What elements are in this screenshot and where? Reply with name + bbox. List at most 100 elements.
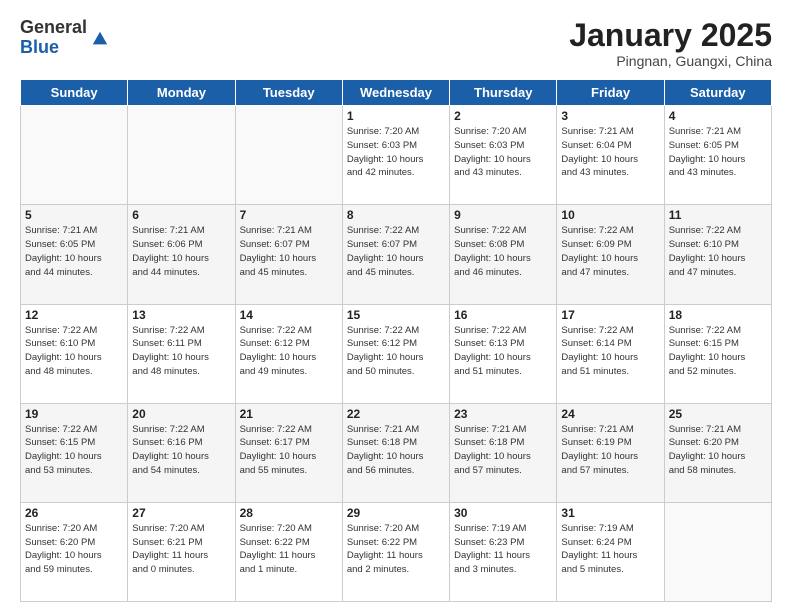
day-number: 24 xyxy=(561,407,659,421)
calendar-week-3: 12 Sunrise: 7:22 AM Sunset: 6:10 PM Dayli… xyxy=(21,304,772,403)
day-info: Sunrise: 7:20 AM Sunset: 6:22 PM Dayligh… xyxy=(347,522,445,577)
day-number: 30 xyxy=(454,506,552,520)
calendar-cell: 16Sunrise: 7:22 AM Sunset: 6:13 PM Dayli… xyxy=(450,304,557,403)
calendar-cell: 14 Sunrise: 7:22 AM Sunset: 6:12 PM Dayli… xyxy=(235,304,342,403)
day-info: Sunrise: 7:22 AM Sunset: 6:11 PM Dayligh… xyxy=(132,324,230,379)
day-info: Sunrise: 7:20 AM Sunset: 6:20 PM Dayligh… xyxy=(25,522,123,577)
calendar-cell: 11 Sunrise: 7:22 AM Sunset: 6:10 PM Dayli… xyxy=(664,205,771,304)
calendar-cell: 24 Sunrise: 7:21 AM Sunset: 6:19 PM Dayli… xyxy=(557,403,664,502)
day-number: 19 xyxy=(25,407,123,421)
day-info: Sunrise: 7:22 AM Sunset: 6:12 PM Dayligh… xyxy=(347,324,445,379)
calendar-cell: 7 Sunrise: 7:21 AM Sunset: 6:07 PM Daylig… xyxy=(235,205,342,304)
weekday-header-sunday: Sunday xyxy=(21,80,128,106)
logo: General Blue xyxy=(20,18,109,58)
day-number: 3 xyxy=(561,109,659,123)
calendar-cell: 6Sunrise: 7:21 AM Sunset: 6:06 PM Daylig… xyxy=(128,205,235,304)
logo-general: General xyxy=(20,18,87,38)
day-number: 17 xyxy=(561,308,659,322)
day-info: Sunrise: 7:21 AM Sunset: 6:06 PM Dayligh… xyxy=(132,224,230,279)
calendar-cell: 20Sunrise: 7:22 AM Sunset: 6:16 PM Dayli… xyxy=(128,403,235,502)
calendar-header: SundayMondayTuesdayWednesdayThursdayFrid… xyxy=(21,80,772,106)
day-number: 2 xyxy=(454,109,552,123)
day-number: 13 xyxy=(132,308,230,322)
day-number: 18 xyxy=(669,308,767,322)
day-number: 12 xyxy=(25,308,123,322)
calendar-cell: 1 Sunrise: 7:20 AM Sunset: 6:03 PM Daylig… xyxy=(342,106,449,205)
day-number: 28 xyxy=(240,506,338,520)
calendar-cell: 13 Sunrise: 7:22 AM Sunset: 6:11 PM Dayli… xyxy=(128,304,235,403)
weekday-header-monday: Monday xyxy=(128,80,235,106)
day-number: 16 xyxy=(454,308,552,322)
weekday-header-friday: Friday xyxy=(557,80,664,106)
day-number: 26 xyxy=(25,506,123,520)
calendar-cell xyxy=(128,106,235,205)
day-number: 7 xyxy=(240,208,338,222)
day-number: 4 xyxy=(669,109,767,123)
calendar-week-1: 1 Sunrise: 7:20 AM Sunset: 6:03 PM Daylig… xyxy=(21,106,772,205)
day-info: Sunrise: 7:22 AM Sunset: 6:14 PM Dayligh… xyxy=(561,324,659,379)
day-number: 8 xyxy=(347,208,445,222)
day-info: Sunrise: 7:20 AM Sunset: 6:03 PM Dayligh… xyxy=(347,125,445,180)
calendar-table: SundayMondayTuesdayWednesdayThursdayFrid… xyxy=(20,79,772,602)
calendar-cell: 31Sunrise: 7:19 AM Sunset: 6:24 PM Dayli… xyxy=(557,502,664,601)
day-info: Sunrise: 7:20 AM Sunset: 6:03 PM Dayligh… xyxy=(454,125,552,180)
calendar-cell xyxy=(235,106,342,205)
calendar-cell xyxy=(664,502,771,601)
day-info: Sunrise: 7:22 AM Sunset: 6:08 PM Dayligh… xyxy=(454,224,552,279)
day-info: Sunrise: 7:21 AM Sunset: 6:04 PM Dayligh… xyxy=(561,125,659,180)
day-number: 23 xyxy=(454,407,552,421)
calendar-cell: 4Sunrise: 7:21 AM Sunset: 6:05 PM Daylig… xyxy=(664,106,771,205)
calendar-cell: 29Sunrise: 7:20 AM Sunset: 6:22 PM Dayli… xyxy=(342,502,449,601)
header: General Blue January 2025 Pingnan, Guang… xyxy=(20,18,772,69)
day-number: 14 xyxy=(240,308,338,322)
calendar-cell: 18Sunrise: 7:22 AM Sunset: 6:15 PM Dayli… xyxy=(664,304,771,403)
day-info: Sunrise: 7:21 AM Sunset: 6:20 PM Dayligh… xyxy=(669,423,767,478)
calendar-cell: 22 Sunrise: 7:21 AM Sunset: 6:18 PM Dayli… xyxy=(342,403,449,502)
day-info: Sunrise: 7:22 AM Sunset: 6:10 PM Dayligh… xyxy=(25,324,123,379)
weekday-header-tuesday: Tuesday xyxy=(235,80,342,106)
calendar-cell: 15Sunrise: 7:22 AM Sunset: 6:12 PM Dayli… xyxy=(342,304,449,403)
day-number: 5 xyxy=(25,208,123,222)
calendar-cell: 25 Sunrise: 7:21 AM Sunset: 6:20 PM Dayli… xyxy=(664,403,771,502)
calendar-week-4: 19 Sunrise: 7:22 AM Sunset: 6:15 PM Dayli… xyxy=(21,403,772,502)
day-number: 22 xyxy=(347,407,445,421)
weekday-row: SundayMondayTuesdayWednesdayThursdayFrid… xyxy=(21,80,772,106)
calendar-cell: 9 Sunrise: 7:22 AM Sunset: 6:08 PM Daylig… xyxy=(450,205,557,304)
day-info: Sunrise: 7:22 AM Sunset: 6:07 PM Dayligh… xyxy=(347,224,445,279)
day-info: Sunrise: 7:21 AM Sunset: 6:19 PM Dayligh… xyxy=(561,423,659,478)
calendar-cell: 12 Sunrise: 7:22 AM Sunset: 6:10 PM Dayli… xyxy=(21,304,128,403)
location-subtitle: Pingnan, Guangxi, China xyxy=(569,53,772,69)
day-info: Sunrise: 7:19 AM Sunset: 6:23 PM Dayligh… xyxy=(454,522,552,577)
calendar-week-2: 5Sunrise: 7:21 AM Sunset: 6:05 PM Daylig… xyxy=(21,205,772,304)
day-info: Sunrise: 7:22 AM Sunset: 6:09 PM Dayligh… xyxy=(561,224,659,279)
calendar-cell: 23Sunrise: 7:21 AM Sunset: 6:18 PM Dayli… xyxy=(450,403,557,502)
calendar-cell: 5Sunrise: 7:21 AM Sunset: 6:05 PM Daylig… xyxy=(21,205,128,304)
day-info: Sunrise: 7:22 AM Sunset: 6:15 PM Dayligh… xyxy=(25,423,123,478)
calendar-cell: 10 Sunrise: 7:22 AM Sunset: 6:09 PM Dayli… xyxy=(557,205,664,304)
day-number: 31 xyxy=(561,506,659,520)
calendar-week-5: 26 Sunrise: 7:20 AM Sunset: 6:20 PM Dayli… xyxy=(21,502,772,601)
weekday-header-wednesday: Wednesday xyxy=(342,80,449,106)
day-info: Sunrise: 7:22 AM Sunset: 6:17 PM Dayligh… xyxy=(240,423,338,478)
day-info: Sunrise: 7:22 AM Sunset: 6:10 PM Dayligh… xyxy=(669,224,767,279)
calendar-cell: 30 Sunrise: 7:19 AM Sunset: 6:23 PM Dayli… xyxy=(450,502,557,601)
day-number: 9 xyxy=(454,208,552,222)
day-info: Sunrise: 7:22 AM Sunset: 6:12 PM Dayligh… xyxy=(240,324,338,379)
day-info: Sunrise: 7:21 AM Sunset: 6:07 PM Dayligh… xyxy=(240,224,338,279)
day-number: 25 xyxy=(669,407,767,421)
weekday-header-thursday: Thursday xyxy=(450,80,557,106)
calendar-cell: 21Sunrise: 7:22 AM Sunset: 6:17 PM Dayli… xyxy=(235,403,342,502)
day-number: 10 xyxy=(561,208,659,222)
day-number: 27 xyxy=(132,506,230,520)
calendar-cell: 8 Sunrise: 7:22 AM Sunset: 6:07 PM Daylig… xyxy=(342,205,449,304)
calendar-cell: 28Sunrise: 7:20 AM Sunset: 6:22 PM Dayli… xyxy=(235,502,342,601)
day-info: Sunrise: 7:20 AM Sunset: 6:21 PM Dayligh… xyxy=(132,522,230,577)
day-number: 11 xyxy=(669,208,767,222)
day-number: 1 xyxy=(347,109,445,123)
calendar-page: General Blue January 2025 Pingnan, Guang… xyxy=(0,0,792,612)
weekday-header-saturday: Saturday xyxy=(664,80,771,106)
calendar-cell: 2 Sunrise: 7:20 AM Sunset: 6:03 PM Daylig… xyxy=(450,106,557,205)
calendar-cell: 26 Sunrise: 7:20 AM Sunset: 6:20 PM Dayli… xyxy=(21,502,128,601)
day-info: Sunrise: 7:21 AM Sunset: 6:18 PM Dayligh… xyxy=(347,423,445,478)
day-number: 20 xyxy=(132,407,230,421)
